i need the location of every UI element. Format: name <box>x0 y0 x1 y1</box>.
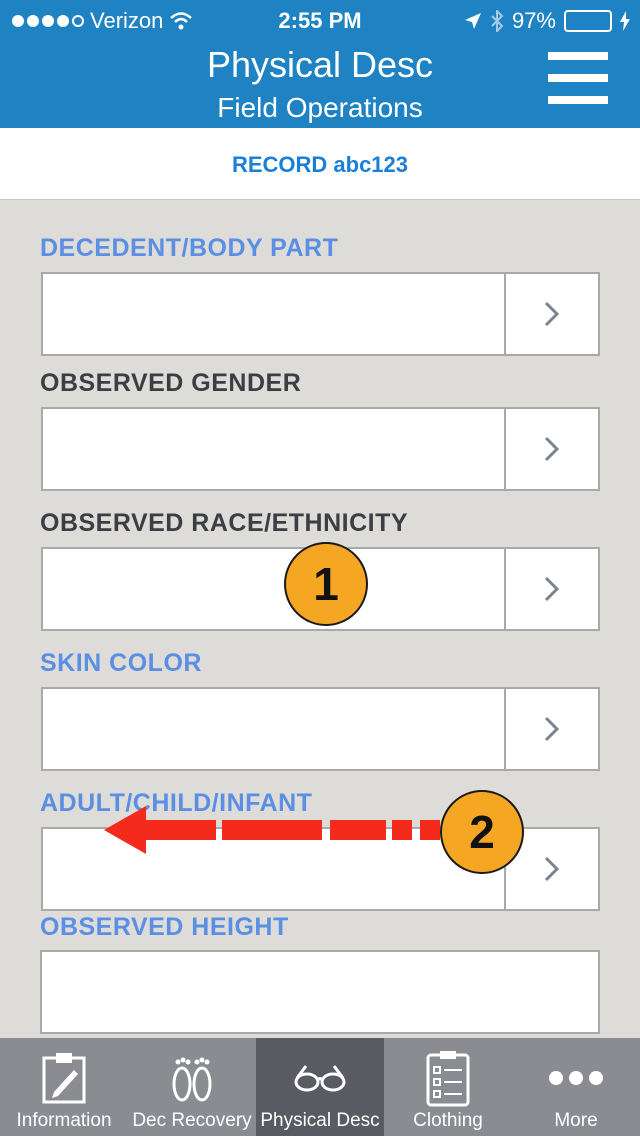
annotation-badge-2: 2 <box>440 790 524 874</box>
chevron-right-icon <box>544 716 560 742</box>
field-observed-height[interactable] <box>40 950 600 1034</box>
status-bar: Verizon 2:55 PM 97% <box>0 0 640 40</box>
record-label: RECORD abc123 <box>231 152 409 177</box>
hamburger-icon <box>548 52 608 60</box>
battery-icon <box>564 10 612 32</box>
annotation-badge-1: 1 <box>284 542 368 626</box>
chevron-right-icon <box>544 576 560 602</box>
chevron-right-icon <box>544 856 560 882</box>
more-dots-icon <box>549 1071 603 1085</box>
chevron-right-icon <box>544 301 560 327</box>
field-label-observed-gender: OBSERVED GENDER <box>40 369 302 397</box>
status-right: 97% <box>464 8 630 34</box>
tab-more[interactable]: More <box>512 1038 640 1136</box>
field-label-observed-height: OBSERVED HEIGHT <box>40 913 289 941</box>
page-subtitle: Field Operations <box>217 92 423 123</box>
tab-label: Clothing <box>413 1110 483 1131</box>
field-input[interactable] <box>43 689 506 769</box>
chevron-right-button[interactable] <box>506 689 598 769</box>
tab-physical-desc[interactable]: Physical Desc <box>256 1038 384 1136</box>
checklist-icon <box>426 1051 470 1107</box>
field-label-decedent-body-part: DECEDENT/BODY PART <box>40 234 339 262</box>
field-label-skin-color: SKIN COLOR <box>40 649 202 677</box>
app-header: Verizon 2:55 PM 97% Physical Desc Field … <box>0 0 640 128</box>
tab-bar: Information Dec Recovery Physical Desc C… <box>0 1038 640 1136</box>
clipboard-pen-icon <box>42 1053 86 1104</box>
chevron-right-icon <box>544 436 560 462</box>
tab-label: More <box>554 1110 598 1131</box>
field-label-observed-race-ethnicity: OBSERVED RACE/ETHNICITY <box>40 509 409 537</box>
battery-percent: 97% <box>511 8 556 33</box>
page-title: Physical Desc <box>206 44 434 85</box>
glasses-icon <box>294 1065 346 1092</box>
chevron-right-button[interactable] <box>506 409 598 489</box>
bluetooth-icon <box>491 10 504 32</box>
field-decedent-body-part[interactable] <box>41 272 600 356</box>
tab-label: Dec Recovery <box>132 1110 252 1131</box>
location-arrow-icon <box>464 13 481 29</box>
field-input[interactable] <box>43 409 506 489</box>
menu-button[interactable] <box>548 52 608 116</box>
swipe-left-arrow-icon <box>104 806 440 854</box>
tab-information[interactable]: Information <box>0 1038 128 1136</box>
tab-dec-recovery[interactable]: Dec Recovery <box>128 1038 256 1136</box>
field-input[interactable] <box>43 274 506 354</box>
height-input[interactable] <box>42 952 598 1032</box>
field-skin-color[interactable] <box>41 687 600 771</box>
record-bar: RECORD abc123 <box>0 128 640 200</box>
tab-label: Physical Desc <box>260 1110 380 1131</box>
footprints-icon <box>172 1057 212 1102</box>
chevron-right-button[interactable] <box>506 274 598 354</box>
field-input[interactable] <box>43 549 506 629</box>
tab-label: Information <box>16 1110 112 1131</box>
charging-bolt-icon <box>620 11 630 31</box>
tab-clothing[interactable]: Clothing <box>384 1038 512 1136</box>
field-observed-gender[interactable] <box>41 407 600 491</box>
chevron-right-button[interactable] <box>506 549 598 629</box>
